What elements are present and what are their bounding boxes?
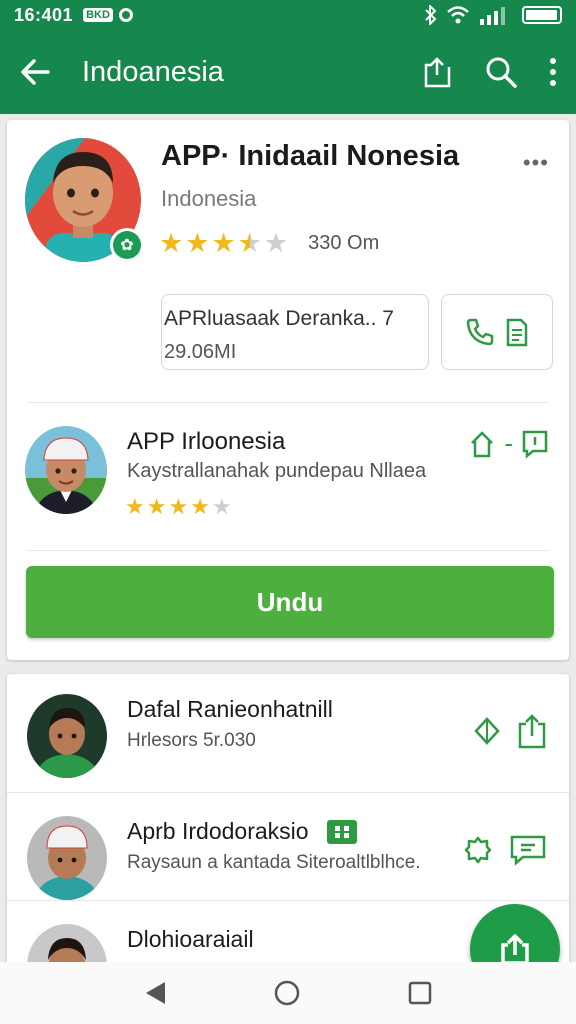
message-icon[interactable] [521, 429, 549, 459]
list-item-actions [463, 834, 547, 866]
bluetooth-icon [425, 5, 437, 25]
verified-badge-icon: ✿ [110, 228, 144, 262]
back-arrow-icon[interactable] [18, 55, 52, 89]
star-empty-icon: ★ [263, 228, 289, 258]
star-icon: ★ [125, 494, 145, 519]
more-vert-icon[interactable] [548, 57, 558, 87]
contact-button[interactable] [441, 294, 553, 370]
star-empty-icon: ★ [211, 494, 232, 519]
app-detail-card: ✿ APP· Inidaail Nonesia ••• Indonesia ★ … [7, 120, 569, 660]
status-bar: 16:401 BKD [0, 0, 576, 30]
app-title: APP· Inidaail Nonesia [161, 140, 460, 172]
chat-icon[interactable] [509, 834, 547, 866]
app-info-box[interactable]: APRluasaak Deranka.. 7 29.06MI [161, 294, 429, 370]
sub-app-actions: - [468, 428, 549, 459]
notification-chip: BKD [83, 8, 113, 22]
info-line-2: 29.06MI [164, 341, 237, 363]
star-icon: ★ [211, 228, 236, 258]
list-item[interactable]: Aprb Irdodoraksio Raysaun a kantada Site… [7, 802, 569, 912]
divider [27, 550, 549, 551]
nav-home-icon[interactable] [273, 979, 301, 1007]
notification-icons: BKD [83, 8, 133, 22]
phone-icon [466, 318, 494, 346]
status-time: 16:401 [14, 4, 74, 25]
list-item-name: Aprb Irdodoraksio [127, 818, 357, 845]
list-item-name: Dlohioaraiail [127, 926, 254, 952]
app-rating: ★ ★ ★ ★ ★ 330 Om [159, 230, 379, 257]
list-item-description: Hrlesors 5r.030 [127, 730, 256, 751]
list-item[interactable]: Dafal Ranieonhatnill Hrlesors 5r.030 [7, 680, 569, 790]
divider [7, 792, 569, 793]
search-icon[interactable] [484, 55, 518, 89]
rating-stars: ★ ★ ★ ★ ★ [159, 230, 288, 257]
star-icon: ★ [146, 494, 167, 519]
settings-gear-icon[interactable] [463, 835, 493, 865]
document-icon [506, 318, 528, 347]
star-half-icon: ★ [237, 228, 262, 258]
share-tray-icon[interactable] [517, 712, 547, 750]
home-upload-icon[interactable] [468, 429, 496, 459]
download-button[interactable]: Undu [26, 566, 554, 638]
share-icon[interactable] [422, 55, 454, 89]
sub-app-description: Kaystrallanahak pundepau Nllaea [127, 460, 427, 482]
sub-app-avatar [25, 426, 107, 514]
diamond-arrow-icon[interactable] [473, 716, 501, 746]
signal-icon [480, 7, 505, 25]
grid-badge-icon [326, 819, 357, 844]
sub-app-rating: ★ ★ ★ ★ ★ [125, 496, 232, 518]
list-item-name: Dafal Ranieonhatnill [127, 696, 333, 722]
star-icon: ★ [159, 228, 184, 258]
sub-app-title: APP Irloonesia [127, 428, 286, 455]
separator-dash: - [504, 428, 513, 458]
battery-icon [522, 6, 562, 24]
list-avatar [27, 816, 107, 900]
more-horiz-icon[interactable]: ••• [523, 150, 549, 176]
nav-back-icon[interactable] [143, 980, 167, 1006]
navigation-bar [0, 962, 576, 1024]
info-line-1: APRluasaak Deranka.. 7 [164, 307, 394, 330]
list-avatar [27, 694, 107, 778]
star-icon: ★ [190, 494, 210, 519]
list-item-actions [473, 712, 547, 750]
app-bar: Indoanesia [0, 30, 576, 114]
star-icon: ★ [168, 494, 189, 519]
app-subtitle: Indonesia [161, 186, 257, 211]
record-icon [118, 8, 133, 22]
system-icons [424, 5, 562, 25]
star-icon: ★ [185, 228, 210, 258]
rating-count: 330 Om [308, 232, 380, 254]
nav-recents-icon[interactable] [407, 980, 433, 1006]
divider [27, 402, 549, 403]
wifi-icon [447, 6, 469, 24]
list-item-description: Raysaun a kantada Siteroaltlblhce. [127, 852, 421, 873]
divider [7, 900, 569, 901]
app-bar-title: Indoanesia [82, 55, 224, 88]
